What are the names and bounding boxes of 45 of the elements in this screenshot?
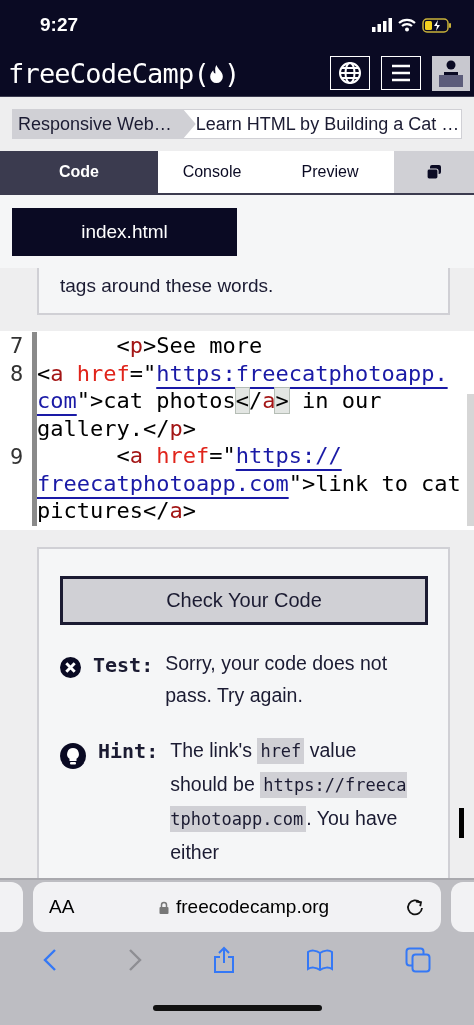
- scrollbar-thumb: [459, 808, 464, 838]
- test-message: Sorry, your code does not pass. Try again.: [165, 651, 389, 708]
- code-line: <p>See more: [115, 332, 264, 360]
- wifi-icon: [398, 18, 416, 32]
- avatar[interactable]: [432, 55, 470, 91]
- menu-icon: [391, 64, 411, 82]
- code-line: <a href="https:freecatphotoapp. com">cat photos</a> in our gallery.</p>: [37, 359, 449, 442]
- line-number: 8: [9, 360, 25, 388]
- lock-icon: [159, 900, 169, 914]
- logo-bracket: (: [193, 57, 209, 89]
- address-bar[interactable]: AA freecodecamp.org: [33, 882, 441, 932]
- text-size-button[interactable]: AA: [49, 896, 159, 918]
- battery-icon: [422, 17, 452, 33]
- code-line: <a href="https:// freecatphotoapp.com">link to cat pictures</a>: [37, 442, 462, 525]
- layout-button[interactable]: [394, 151, 474, 193]
- language-button[interactable]: [330, 56, 370, 90]
- tab[interactable]: Code: [0, 151, 158, 193]
- back-icon[interactable]: [43, 948, 58, 972]
- logo-bracket: ): [223, 57, 240, 89]
- test-label: Test:: [93, 653, 154, 677]
- menu-button[interactable]: [381, 56, 421, 90]
- address-text: freecodecamp.org: [176, 896, 330, 918]
- lightbulb-icon: [60, 743, 86, 769]
- globe-icon: [338, 61, 362, 85]
- breadcrumb-link[interactable]: Learn HTML by Building a Cat …: [195, 110, 464, 138]
- windows-icon: [426, 164, 442, 180]
- instruction-text: tags around these words.: [60, 275, 274, 296]
- breadcrumb-link[interactable]: Responsive Web…: [13, 110, 196, 138]
- error-icon: [60, 657, 81, 678]
- signal-icon: [372, 18, 392, 32]
- line-number: 9: [9, 443, 25, 471]
- tabs-icon[interactable]: [404, 947, 431, 973]
- person-icon: [436, 58, 466, 88]
- status-time: 9:27: [40, 14, 79, 36]
- share-icon[interactable]: [213, 946, 235, 974]
- line-number: 7: [9, 332, 25, 360]
- check-code-button[interactable]: Check Your Code: [60, 576, 428, 625]
- reload-icon[interactable]: [405, 897, 425, 917]
- book-icon[interactable]: [305, 949, 334, 971]
- forward-icon[interactable]: [128, 948, 143, 972]
- flame-icon: [208, 63, 224, 83]
- file-tab[interactable]: index.html: [12, 208, 237, 256]
- hint-message: The link's href value should be https://freecatphotoapp.com. You have either: [170, 737, 408, 865]
- hint-label: Hint:: [98, 739, 159, 763]
- logo-text: freeCodeCamp: [8, 57, 194, 89]
